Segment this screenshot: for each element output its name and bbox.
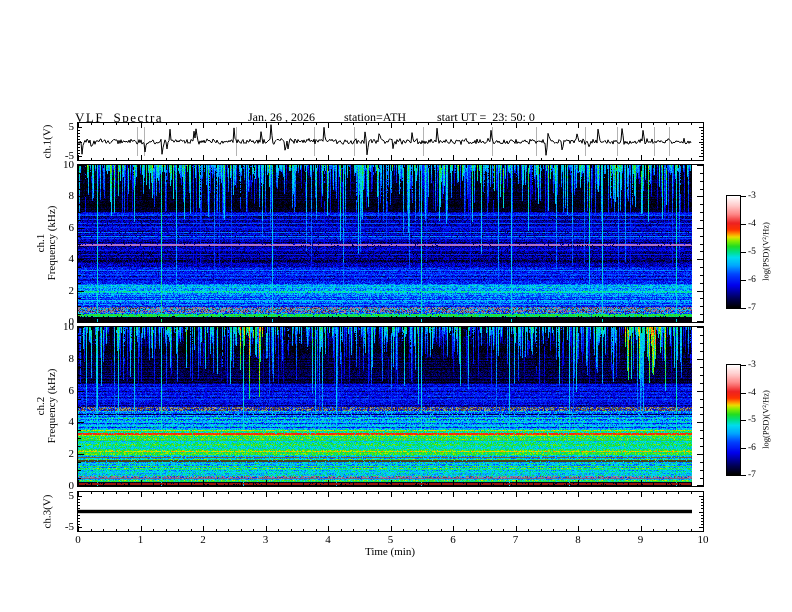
colorbar-tick-label: -6 — [748, 275, 756, 285]
colorbar-tick-label: -3 — [748, 191, 756, 201]
colorbar-tick-label: -7 — [748, 470, 756, 480]
ch1-waveform-canvas — [78, 123, 703, 160]
ch3-flatline-panel — [77, 491, 704, 532]
freq-tick-label: 10 — [63, 321, 74, 333]
x-tick-label: 9 — [637, 534, 644, 546]
ch2-spectrogram-panel — [77, 326, 704, 487]
x-tick-label: 7 — [512, 534, 519, 546]
freq-tick-label: 2 — [68, 448, 75, 460]
colorbar-tick-label: -4 — [748, 388, 756, 398]
ch3-flatline-canvas — [78, 492, 703, 531]
colorbar-tick — [741, 252, 746, 253]
x-tick-label: 3 — [262, 534, 269, 546]
volt-tick-label: 5 — [68, 121, 75, 133]
x-tick-label: 1 — [137, 534, 144, 546]
freq-tick-label: 6 — [68, 222, 75, 234]
colorbar-tick-label: -4 — [748, 219, 756, 229]
colorbar-tick — [741, 393, 746, 394]
freq-tick-label: 8 — [68, 190, 75, 202]
colorbar-tick — [741, 448, 746, 449]
colorbar-tick — [741, 308, 746, 309]
x-tick-label: 8 — [575, 534, 581, 546]
volt-tick-label: 5 — [68, 490, 75, 502]
colorbar-tick-label: -6 — [748, 443, 756, 453]
vlf-spectra-screen: VLF Spectra Jan. 26 , 2026 station=ATH s… — [0, 0, 792, 612]
colorbar-tick — [741, 280, 746, 281]
freq-tick-label: 2 — [68, 285, 75, 297]
colorbar-ch1 — [726, 195, 741, 309]
freq-tick-label: 8 — [68, 353, 75, 365]
colorbar-ch2 — [726, 364, 741, 476]
colorbar-tick — [741, 224, 746, 225]
x-tick-label: 4 — [325, 534, 331, 546]
x-tick-label: 5 — [387, 534, 394, 546]
x-tick-label: 6 — [450, 534, 456, 546]
ch2-spectrogram-canvas — [78, 327, 703, 486]
x-tick-label: 0 — [75, 534, 81, 546]
colorbar-tick-label: -5 — [748, 247, 756, 257]
time-axis-label: Time (min) — [364, 546, 415, 558]
colorbar-ch2-canvas — [727, 365, 740, 475]
ch1-spectrogram-canvas — [78, 165, 703, 322]
freq-tick-label: 4 — [68, 416, 75, 428]
x-tick-label: 2 — [200, 534, 206, 546]
volt-tick-label: -5 — [64, 150, 74, 162]
colorbar-tick-label: -3 — [748, 360, 756, 370]
colorbar-tick — [741, 420, 746, 421]
ch1-spectrogram-panel — [77, 164, 704, 323]
colorbar-tick-label: -5 — [748, 415, 756, 425]
colorbar-tick-label: -7 — [748, 303, 756, 313]
colorbar-tick — [741, 365, 746, 366]
freq-tick-label: 4 — [68, 253, 75, 265]
x-tick-label: 10 — [697, 534, 709, 546]
colorbar-tick — [741, 475, 746, 476]
ch1-waveform-panel — [77, 122, 704, 161]
volt-tick-label: -5 — [64, 521, 74, 533]
colorbar-tick — [741, 196, 746, 197]
colorbar-ch1-canvas — [727, 196, 740, 308]
freq-tick-label: 6 — [68, 385, 75, 397]
